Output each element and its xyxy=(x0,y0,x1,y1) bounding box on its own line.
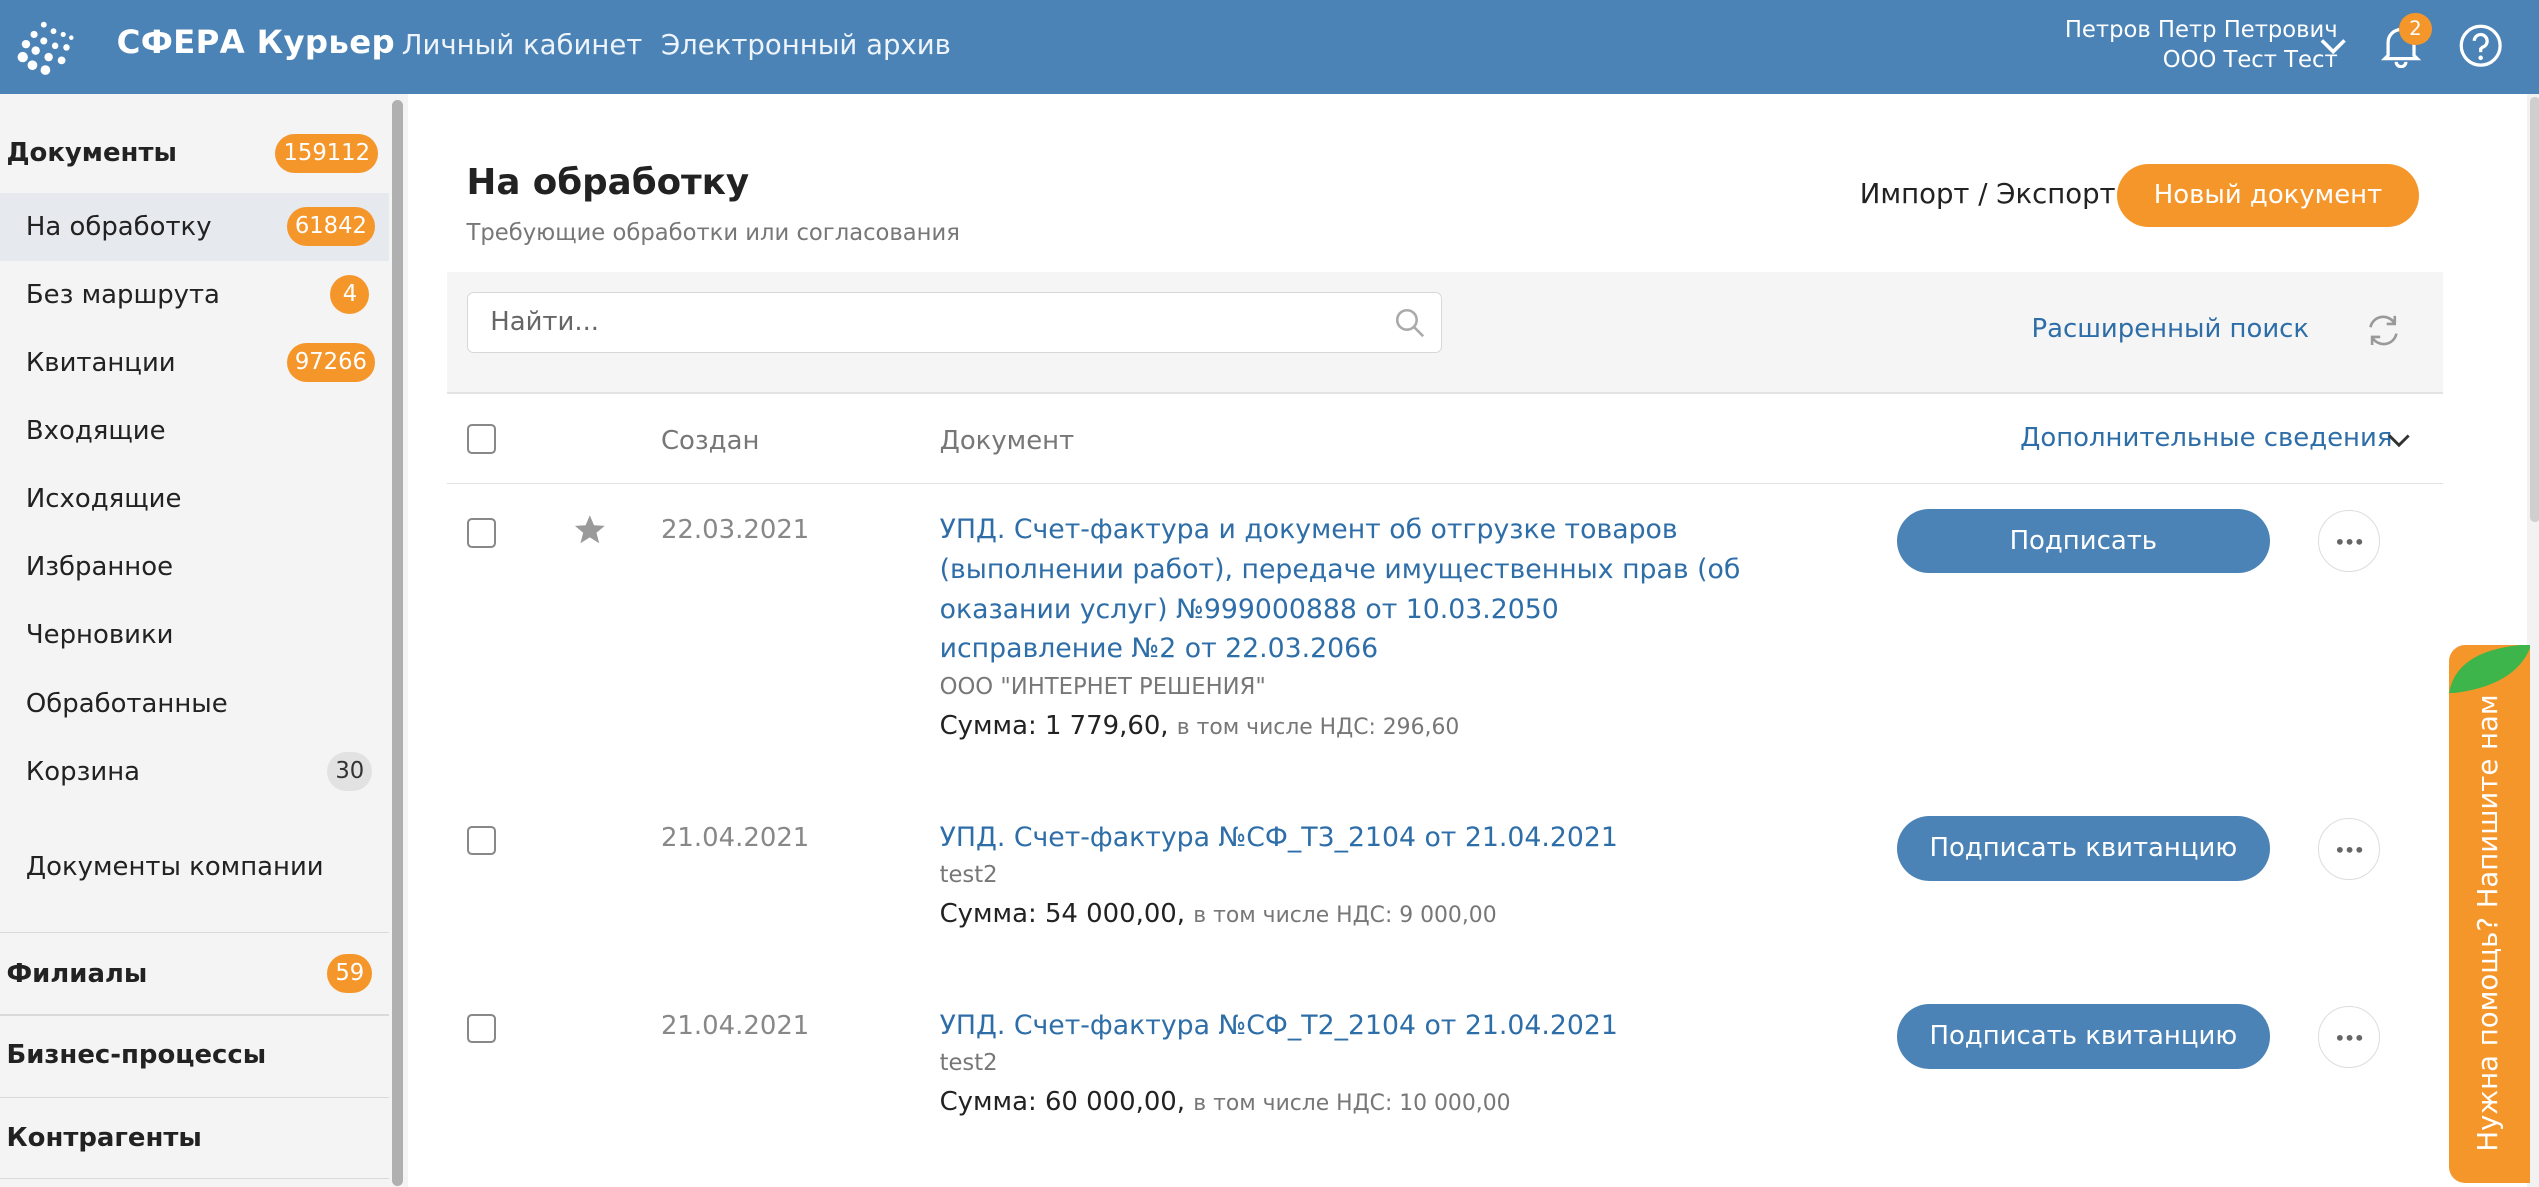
extra-info-toggle[interactable]: Дополнительные сведения xyxy=(2020,423,2392,453)
branches-count-badge: 59 xyxy=(327,954,373,994)
new-document-button[interactable]: Новый документ xyxy=(2117,163,2419,227)
sidebar-item-to-process[interactable]: На обработку xyxy=(26,212,212,242)
document-sum: Сумма: 54 000,00, в том числе НДС: 9 000… xyxy=(940,899,1497,929)
search-box[interactable] xyxy=(466,291,1442,354)
page-title: На обработку xyxy=(466,162,750,203)
sidebar-divider xyxy=(0,1096,389,1099)
more-actions-button[interactable] xyxy=(2318,510,2380,572)
trash-count-badge: 30 xyxy=(327,751,373,791)
sidebar-item-company-docs[interactable]: Документы компании xyxy=(26,852,324,882)
sidebar-divider xyxy=(0,1014,389,1016)
sidebar-divider xyxy=(0,931,389,934)
sidebar-item-favorites[interactable]: Избранное xyxy=(26,552,173,582)
sum-value: Сумма: 1 779,60, xyxy=(939,711,1169,742)
ellipsis-icon xyxy=(2337,846,2363,853)
ellipsis-icon xyxy=(2337,1034,2363,1041)
sidebar-item-no-route[interactable]: Без маршрута xyxy=(26,280,220,310)
row-checkbox[interactable] xyxy=(466,1014,496,1044)
import-export-link[interactable]: Импорт / Экспорт xyxy=(1860,178,2116,210)
row-date: 22.03.2021 xyxy=(660,515,810,546)
search-icon[interactable] xyxy=(1394,307,1426,339)
column-document[interactable]: Документ xyxy=(940,426,1075,456)
document-org: test2 xyxy=(939,861,998,888)
document-link[interactable]: УПД. Счет-фактура №СФ_Т3_2104 от 21.04.2… xyxy=(940,818,1750,858)
sidebar-branches[interactable]: Филиалы xyxy=(6,959,147,989)
document-link[interactable]: УПД. Счет-фактура №СФ_Т2_2104 от 21.04.2… xyxy=(940,1006,1750,1046)
sidebar-business-processes[interactable]: Бизнес-процессы xyxy=(6,1040,266,1070)
row-date: 21.04.2021 xyxy=(660,822,810,853)
nav-electronic-archive[interactable]: Электронный архив xyxy=(661,29,951,61)
more-actions-button[interactable] xyxy=(2318,1006,2380,1068)
help-icon[interactable] xyxy=(2458,23,2503,68)
sidebar-item-receipts[interactable]: Квитанции xyxy=(26,348,176,378)
vat-value: в том числе НДС: 296,60 xyxy=(1176,715,1460,741)
sidebar-item-incoming[interactable]: Входящие xyxy=(26,416,166,446)
help-widget-label: Нужна помощь? Напишите нам xyxy=(2472,694,2505,1152)
column-created[interactable]: Создан xyxy=(661,426,759,456)
vat-value: в том числе НДС: 9 000,00 xyxy=(1193,903,1497,929)
sidebar-item-processed[interactable]: Обработанные xyxy=(26,689,228,719)
sidebar-documents[interactable]: Документы xyxy=(6,138,176,168)
document-link[interactable]: УПД. Счет-фактура и документ об отгрузке… xyxy=(940,510,1750,669)
sign-receipt-button[interactable]: Подписать квитанцию xyxy=(1897,1004,2270,1070)
star-icon[interactable] xyxy=(572,512,608,548)
chevron-down-icon[interactable] xyxy=(2317,29,2349,61)
row-date: 21.04.2021 xyxy=(660,1010,810,1041)
sum-value: Сумма: 54 000,00, xyxy=(939,899,1186,930)
sign-receipt-button[interactable]: Подписать квитанцию xyxy=(1897,816,2270,882)
receipts-count-badge: 97266 xyxy=(286,343,376,383)
user-name: Петров Петр Петрович xyxy=(2064,16,2338,43)
page-subtitle: Требующие обработки или согласования xyxy=(466,220,960,247)
user-org: ООО Тест Тест xyxy=(2162,47,2338,74)
sign-button[interactable]: Подписать xyxy=(1897,508,2270,574)
ellipsis-icon xyxy=(2337,539,2363,545)
sfera-logo-icon[interactable] xyxy=(13,15,78,80)
document-org: test2 xyxy=(939,1049,998,1076)
help-chat-widget[interactable]: Нужна помощь? Напишите нам xyxy=(2449,644,2531,1183)
document-sum: Сумма: 60 000,00, в том числе НДС: 10 00… xyxy=(940,1087,1511,1117)
more-actions-button[interactable] xyxy=(2318,818,2380,880)
advanced-search-link[interactable]: Расширенный поиск xyxy=(2031,314,2309,344)
table-divider xyxy=(447,482,2443,485)
row-checkbox[interactable] xyxy=(466,518,496,548)
chevron-down-icon[interactable] xyxy=(2386,429,2412,452)
sidebar-contractors[interactable]: Контрагенты xyxy=(6,1123,201,1153)
brand-name[interactable]: СФЕРА Курьер xyxy=(117,23,395,61)
sidebar-item-drafts[interactable]: Черновики xyxy=(26,620,174,650)
to-process-count-badge: 61842 xyxy=(286,207,376,247)
notification-count-badge: 2 xyxy=(2399,12,2432,46)
nav-personal-cabinet[interactable]: Личный кабинет xyxy=(402,29,643,61)
sidebar-divider xyxy=(0,1177,389,1180)
sidebar-item-outgoing[interactable]: Исходящие xyxy=(26,484,181,514)
sidebar-scrollbar-thumb[interactable] xyxy=(392,100,404,1186)
user-menu[interactable]: Петров Петр Петрович ООО Тест Тест xyxy=(2065,15,2338,77)
search-input[interactable] xyxy=(490,305,1366,338)
sum-value: Сумма: 60 000,00, xyxy=(939,1087,1186,1118)
document-org: ООО "ИНТЕРНЕТ РЕШЕНИЯ" xyxy=(939,673,1266,700)
table-divider xyxy=(447,392,2443,394)
vat-value: в том числе НДС: 10 000,00 xyxy=(1193,1091,1511,1117)
row-checkbox[interactable] xyxy=(466,826,496,856)
top-bar: СФЕРА Курьер Личный кабинет Электронный … xyxy=(0,0,2539,94)
sidebar-item-trash[interactable]: Корзина xyxy=(26,757,140,787)
documents-count-badge: 159112 xyxy=(275,134,379,174)
page-scrollbar-thumb[interactable] xyxy=(2530,97,2539,522)
select-all-checkbox[interactable] xyxy=(466,424,496,454)
document-sum: Сумма: 1 779,60, в том числе НДС: 296,60 xyxy=(940,711,1460,741)
refresh-icon[interactable] xyxy=(2364,311,2403,350)
